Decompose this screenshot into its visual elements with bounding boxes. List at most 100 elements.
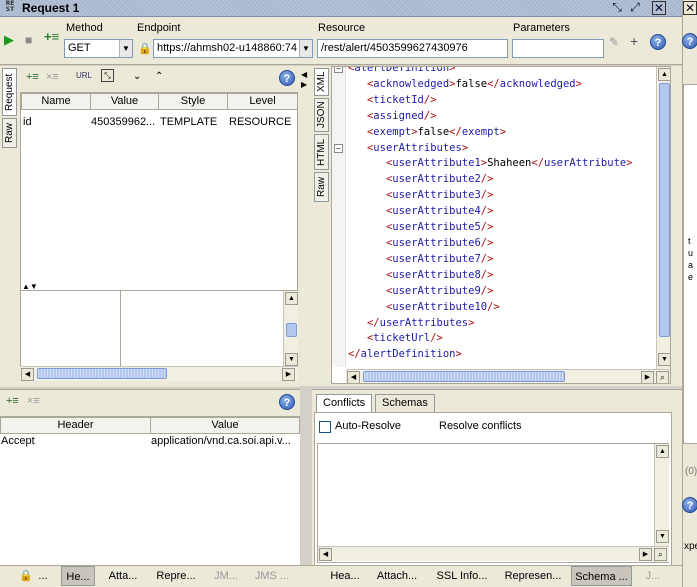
remove-param-icon[interactable]: ×≡ <box>46 70 59 84</box>
scroll-left-icon[interactable]: ◀ <box>21 368 34 381</box>
scrollbar[interactable]: ▲ ▼ <box>656 67 670 369</box>
tab-ssl-info[interactable]: SSL Info... <box>432 566 492 586</box>
scroll-down-icon[interactable]: ▼ <box>285 353 298 366</box>
chevron-down-icon[interactable]: ▼ <box>299 40 312 57</box>
collapse-right-icon[interactable]: ▶ <box>301 78 307 92</box>
scroll-right-icon[interactable]: ▶ <box>282 368 295 381</box>
scroll-left-icon[interactable]: ◀ <box>319 548 332 561</box>
encode-icon[interactable]: URL <box>76 69 92 83</box>
param-level-cell[interactable]: RESOURCE <box>229 115 297 130</box>
close-icon[interactable]: ✕ <box>652 1 666 15</box>
xml-line: <ticketId/> <box>348 93 633 109</box>
stop-icon[interactable]: ■ <box>25 33 32 47</box>
edit-params-icon[interactable]: ✎ <box>609 35 619 49</box>
scroll-up-icon[interactable]: ▲ <box>656 445 669 458</box>
column-header[interactable]: Header <box>0 417 151 434</box>
xml-bracket: /> <box>487 300 500 313</box>
scroll-down-icon[interactable]: ▼ <box>658 353 670 366</box>
expand-icon[interactable]: ⤡ <box>101 69 114 82</box>
column-header[interactable]: Value <box>150 417 300 434</box>
tab-html[interactable]: HTML <box>314 134 329 170</box>
auto-resolve-checkbox[interactable] <box>319 421 331 433</box>
scroll-thumb[interactable] <box>363 371 565 382</box>
scroll-thumb[interactable] <box>37 368 167 379</box>
h-scrollbar[interactable]: ◀ ▶ <box>20 366 298 381</box>
help-icon[interactable]: ? <box>279 70 295 86</box>
tab-raw[interactable]: Raw <box>2 118 17 148</box>
outer-help-icon-2[interactable]: ? <box>682 497 697 513</box>
fold-icon[interactable]: − <box>334 67 343 73</box>
move-up-icon[interactable]: ⌃ <box>155 70 163 84</box>
zoom-icon[interactable]: ⌕ <box>654 548 667 561</box>
edge-text: (0) <box>685 466 697 477</box>
move-down-icon[interactable]: ⌄ <box>133 70 141 84</box>
xml-tag: userAttribute7 <box>392 252 481 265</box>
tab-attachments[interactable]: Atta... <box>103 566 143 586</box>
column-header[interactable]: Name <box>21 93 91 110</box>
tab-conflicts[interactable]: Conflicts <box>316 394 373 412</box>
scrollbar[interactable]: ▲ ▼ <box>654 444 669 562</box>
zoom-icon[interactable]: ⌕ <box>656 371 669 383</box>
tab-response-headers[interactable]: Hea... <box>325 566 365 586</box>
endpoint-select[interactable]: https://ahmsh02-u148860:74 ▼ <box>153 39 313 58</box>
tab-json[interactable]: JSON <box>314 98 329 132</box>
tab-representations[interactable]: Repre... <box>152 566 200 586</box>
method-value: GET <box>68 42 91 54</box>
scroll-right-icon[interactable]: ▶ <box>641 371 654 383</box>
minimize-icon[interactable]: ⤡ <box>610 1 624 15</box>
scroll-up-icon[interactable]: ▲ <box>285 292 298 305</box>
panel-splitter[interactable]: ◀ ▶ <box>300 66 312 386</box>
h-scrollbar[interactable]: ◀ ▶ ⌕ <box>318 546 669 561</box>
header-value-cell[interactable]: application/vnd.ca.soi.api.v... <box>151 434 298 449</box>
help-icon[interactable]: ? <box>279 394 295 410</box>
xml-bracket: > <box>449 66 456 74</box>
scroll-down-icon[interactable]: ▼ <box>656 530 669 543</box>
maximize-icon[interactable]: ⤢ <box>628 1 642 15</box>
xml-line: <acknowledged>false</acknowledged> <box>348 77 633 93</box>
tab-response-representations[interactable]: Represen... <box>500 566 566 586</box>
run-icon[interactable]: ▶ <box>4 33 14 47</box>
fold-icon[interactable]: − <box>334 144 343 153</box>
resolve-conflicts-button[interactable]: Resolve conflicts <box>439 420 522 432</box>
add-header-icon[interactable]: +≡ <box>6 394 19 408</box>
tab-response-attachments[interactable]: Attach... <box>372 566 422 586</box>
add-param-icon[interactable]: +≡ <box>26 70 39 84</box>
tab-auth[interactable]: ... <box>33 566 53 586</box>
help-icon[interactable]: ? <box>650 34 666 50</box>
param-name-cell[interactable]: id <box>23 115 89 130</box>
chevron-down-icon[interactable]: ▼ <box>119 40 132 57</box>
remove-header-icon[interactable]: ×≡ <box>27 394 40 408</box>
xml-tag: alertDefinition <box>360 348 456 361</box>
tab-schema[interactable]: Schema ... <box>571 566 632 586</box>
param-value-cell[interactable]: 450359962... <box>91 115 157 130</box>
outer-text-area: t u a e <box>683 84 697 444</box>
param-style-cell[interactable]: TEMPLATE <box>160 115 226 130</box>
tab-xml[interactable]: XML <box>314 68 329 96</box>
scroll-right-icon[interactable]: ▶ <box>639 548 652 561</box>
outer-close-icon[interactable]: ✕ <box>683 1 697 15</box>
column-header[interactable]: Level <box>227 93 298 110</box>
outer-help-icon[interactable]: ? <box>682 33 697 49</box>
resource-input[interactable]: /rest/alert/4503599627430976 <box>317 39 508 58</box>
xml-bracket: </ <box>348 348 361 361</box>
tab-raw[interactable]: Raw <box>314 172 329 202</box>
tab-request[interactable]: Request <box>2 68 17 116</box>
scroll-left-icon[interactable]: ◀ <box>347 371 360 383</box>
add-param-icon[interactable]: + <box>630 34 638 48</box>
tab-schemas[interactable]: Schemas <box>375 394 435 412</box>
h-scrollbar[interactable]: ◀ ▶ ⌕ <box>346 369 670 383</box>
column-header[interactable]: Value <box>90 93 159 110</box>
header-name-cell[interactable]: Accept <box>1 434 147 449</box>
parameters-input[interactable] <box>512 39 604 58</box>
method-select[interactable]: GET ▼ <box>64 39 133 58</box>
xml-editor[interactable]: − − <alertDefinition> <acknowledged>fals… <box>331 66 671 384</box>
scroll-up-icon[interactable]: ▲ <box>658 68 670 81</box>
add-endpoint-icon[interactable]: +≡ <box>44 30 59 44</box>
edge-text: e <box>688 272 694 282</box>
scrollbar[interactable]: ▲ ▼ <box>283 291 298 369</box>
column-header[interactable]: Style <box>158 93 228 110</box>
scroll-thumb[interactable] <box>286 323 297 337</box>
xml-content[interactable]: <alertDefinition> <acknowledged>false</a… <box>348 66 633 363</box>
tab-headers[interactable]: He... <box>61 566 95 586</box>
scroll-thumb[interactable] <box>659 83 670 337</box>
